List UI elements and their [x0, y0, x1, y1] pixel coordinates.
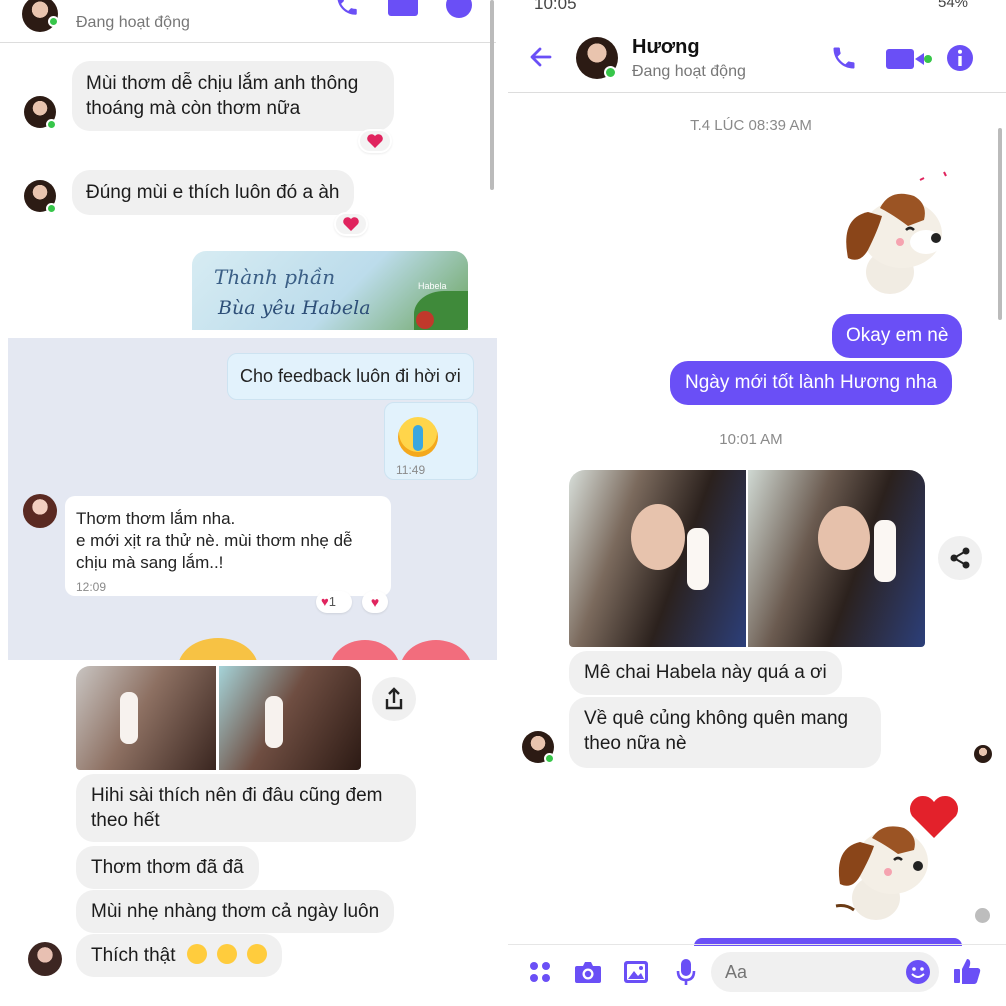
online-indicator	[46, 203, 57, 214]
shared-photo[interactable]	[748, 470, 925, 647]
seen-avatar	[974, 745, 992, 763]
message-line: chịu mà sang lắm..!	[76, 553, 224, 572]
emoji-icon[interactable]	[905, 959, 931, 985]
face-region	[818, 506, 870, 570]
heart-reaction-count[interactable]: ♥1	[316, 591, 352, 613]
message-bubble[interactable]: Okay em nè	[832, 314, 963, 358]
banner-brand: Habela	[418, 281, 447, 291]
message-bubble[interactable]: Ngày mới tốt lành Hương nha	[670, 361, 953, 405]
status-bar-battery: 54%	[938, 0, 969, 11]
header-divider	[508, 92, 1006, 93]
heart-icon: ♥	[321, 594, 329, 609]
message-bubble[interactable]: Hihi sài thích nên đi đâu cũng đem theo …	[76, 774, 416, 842]
message-text: Thích thật	[91, 945, 176, 966]
left-bottom-chat-panel: Hihi sài thích nên đi đâu cũng đem theo …	[0, 660, 496, 1006]
online-indicator	[46, 119, 57, 130]
sticker-partial-icon	[400, 640, 472, 660]
timestamp-divider: 10:01 AM	[719, 431, 783, 448]
perfume-bottle-image	[120, 692, 138, 744]
left-middle-chat-panel: Cho feedback luôn đi hời ơi 11:49 Thơm t…	[8, 338, 498, 660]
habela-banner-image[interactable]: Thành phần Bùa yêu Habela Habela	[192, 251, 468, 330]
status-bar-time: 10:05	[534, 0, 577, 13]
back-arrow-icon[interactable]	[528, 44, 554, 70]
message-bubble[interactable]: Mê chai Habela này quá a ơi	[569, 651, 842, 695]
message-input[interactable]	[711, 952, 939, 992]
message-bubble[interactable]: Về quê củng không quên mang theo nữa nè	[569, 697, 881, 768]
call-icon[interactable]	[830, 44, 858, 72]
scrollbar[interactable]	[490, 0, 494, 190]
message-bubble[interactable]: Mùi nhẹ nhàng thơm cả ngày luôn	[76, 890, 395, 933]
perfume-bottle-image	[874, 520, 896, 582]
info-icon[interactable]	[946, 44, 974, 72]
contact-status: Đang hoạt động	[76, 14, 190, 31]
left-top-chat-panel: Đang hoạt động Mùi thơm dễ chịu lắm anh …	[0, 0, 496, 330]
message-bubble[interactable]: Thích thật	[76, 934, 283, 977]
perfume-bottle-image	[687, 528, 709, 590]
sender-avatar	[28, 942, 62, 976]
scrollbar[interactable]	[998, 128, 1002, 320]
composer-divider	[508, 944, 1006, 945]
heart-eyes-emoji-icon	[247, 944, 268, 964]
shared-photo[interactable]	[219, 666, 361, 770]
dog-heart-sticker[interactable]	[826, 786, 972, 926]
message-line: e mới xịt ra thử nè. mùi thơm nhẹ dễ	[76, 531, 353, 550]
sticker-tear-icon	[413, 425, 423, 451]
sticker-partial-icon	[330, 640, 400, 660]
screenshot-collage: Đang hoạt động Mùi thơm dễ chịu lắm anh …	[0, 0, 1006, 1006]
heart-reaction[interactable]: ♥	[362, 591, 388, 613]
message-line: Thơm thơm lắm nha.	[76, 509, 236, 528]
face-region	[631, 504, 685, 570]
berry-decoration	[416, 311, 434, 329]
reaction-count: 1	[328, 594, 336, 609]
timestamp-divider: T.4 LÚC 08:39 AM	[690, 117, 812, 134]
heart-reaction[interactable]	[358, 129, 392, 153]
online-indicator	[544, 753, 555, 764]
video-call-icon[interactable]	[886, 48, 932, 70]
info-icon[interactable]	[446, 0, 472, 18]
header-divider	[0, 42, 496, 43]
apps-menu-icon[interactable]	[528, 960, 552, 984]
online-indicator	[604, 66, 617, 79]
message-bubble[interactable]: Cho feedback luôn đi hời ơi	[227, 353, 474, 400]
dog-sticker[interactable]	[828, 160, 964, 300]
call-icon[interactable]	[334, 0, 360, 18]
gallery-icon[interactable]	[623, 960, 649, 984]
message-bubble[interactable]: Đúng mùi e thích luôn đó a àh	[72, 170, 354, 215]
heart-eyes-emoji-icon	[217, 944, 238, 964]
sticker-partial-icon	[178, 638, 258, 660]
contact-status: Đang hoạt động	[632, 63, 746, 80]
video-call-icon[interactable]	[388, 0, 418, 16]
online-indicator	[48, 16, 59, 27]
microphone-icon[interactable]	[676, 958, 696, 986]
message-time: 11:49	[396, 463, 426, 477]
right-messenger-panel: 10:05 54% Hương Đang hoạt động T.4 LÚC 0…	[508, 0, 1006, 1006]
banner-title: Thành phần	[214, 265, 336, 289]
sticker-bubble[interactable]: 11:49	[384, 402, 478, 480]
shared-photo[interactable]	[76, 666, 216, 770]
share-button[interactable]	[372, 677, 416, 721]
message-input-field[interactable]	[725, 959, 885, 985]
camera-icon[interactable]	[574, 959, 602, 985]
heart-reaction[interactable]	[334, 212, 368, 236]
sender-avatar	[23, 494, 57, 528]
message-bubble[interactable]: Mùi thơm dễ chịu lắm anh thông thoáng mà…	[72, 61, 394, 131]
sent-check-icon	[975, 908, 990, 923]
message-text: Cho feedback luôn đi hời ơi	[240, 366, 461, 386]
like-thumb-icon[interactable]	[952, 956, 982, 986]
heart-eyes-emoji-icon	[186, 944, 207, 964]
contact-name[interactable]: Hương	[632, 36, 700, 59]
message-bubble[interactable]: Thơm thơm lắm nha. e mới xịt ra thử nè. …	[65, 496, 391, 596]
banner-subtitle: Bùa yêu Habela	[218, 297, 371, 319]
shared-photo[interactable]	[569, 470, 746, 647]
perfume-bottle-image	[265, 696, 283, 748]
share-button[interactable]	[938, 536, 982, 580]
message-bubble[interactable]: Thơm thơm đã đã	[76, 846, 259, 889]
collage-gap	[497, 0, 508, 1006]
